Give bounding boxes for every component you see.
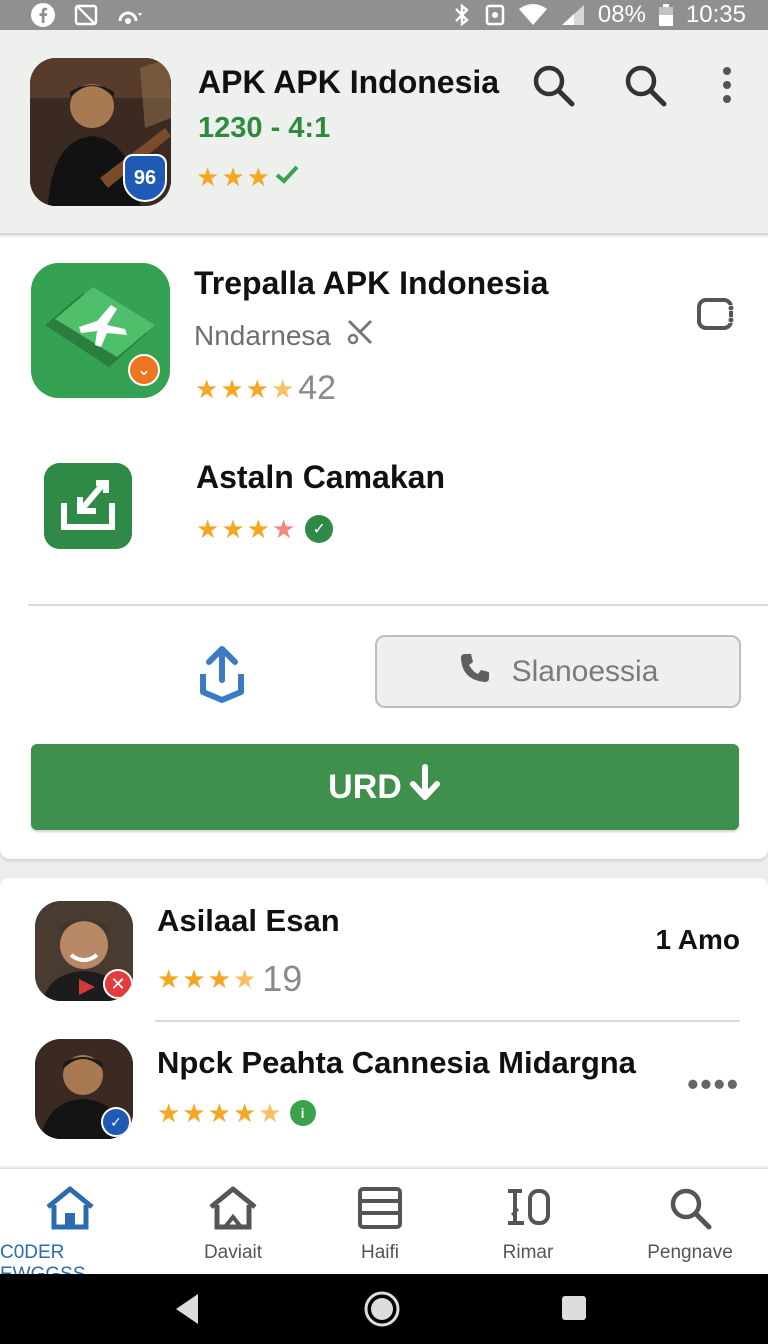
- close-badge-icon: ✕: [103, 969, 133, 999]
- battery-percent: 08%: [597, 1, 646, 28]
- nav-item-daviait[interactable]: Daviait: [173, 1169, 293, 1275]
- tools-icon: [345, 317, 375, 354]
- star-icon: ★: [245, 373, 269, 404]
- star-icon: ★: [195, 373, 219, 404]
- star-icon: ★: [232, 1098, 257, 1128]
- rating-count: 42: [298, 369, 337, 407]
- divider: [155, 1020, 740, 1022]
- star-icon: ★: [271, 514, 296, 544]
- page-title: APK APK Indonesia: [198, 64, 500, 100]
- star-icon: ★: [196, 161, 220, 192]
- star-icon: ★: [182, 1098, 206, 1128]
- bottom-navigation: C0DER EWGGSS Daviait Haifi Rimar Pengnav…: [0, 1168, 768, 1285]
- divider: [28, 604, 768, 606]
- status-left-icons: [30, 0, 146, 30]
- reviewer-name: Asilaal Esan: [157, 903, 340, 938]
- developer-name[interactable]: Nndarnesa: [194, 320, 331, 352]
- related-app-rating: ★ ★ ★ ★ ✓: [196, 514, 334, 544]
- review-time: 1 Amo: [655, 924, 740, 955]
- search-icon[interactable]: [528, 60, 578, 110]
- avatar[interactable]: ✓: [35, 1039, 133, 1139]
- star-icon: ★: [157, 1098, 181, 1128]
- star-icon: ★: [196, 514, 220, 544]
- download-arrow-icon: [408, 763, 442, 811]
- star-icon: ★: [207, 1098, 231, 1128]
- reviewer-name: Npck Peahta Cannesia Midargna: [157, 1045, 636, 1080]
- avatar[interactable]: ✕: [35, 901, 133, 1001]
- app-icon-astaln[interactable]: [44, 463, 132, 549]
- reviews-card: ✕ Asilaal Esan 1 Amo ★ ★ ★ ★ 19 ✓ Npck P…: [0, 878, 768, 1166]
- star-half-icon: ★: [258, 1098, 282, 1128]
- nav-label: Rimar: [502, 1242, 554, 1263]
- more-horiz-icon[interactable]: ••••: [687, 1066, 740, 1103]
- related-app-name: Astaln Camakan: [196, 459, 445, 495]
- review-count: 19: [262, 958, 303, 999]
- wifi-icon: [518, 3, 548, 27]
- search-icon[interactable]: [620, 60, 670, 110]
- nav-label: Haifi: [360, 1242, 399, 1263]
- facebook-icon: [30, 2, 56, 28]
- star-icon: ★: [221, 161, 245, 192]
- chevron-down-icon: ⌄: [128, 354, 160, 386]
- nav-item-home[interactable]: C0DER EWGGSS: [0, 1169, 140, 1285]
- star-icon: ★: [221, 514, 245, 544]
- house-outline-icon: [207, 1185, 259, 1236]
- shield-badge-icon: 96: [123, 154, 167, 202]
- verified-icon: i: [289, 1100, 316, 1126]
- star-icon: ★: [220, 373, 244, 404]
- bluetooth-off-icon: [452, 3, 472, 27]
- star-half-icon: ★: [232, 964, 257, 994]
- verified-icon: ✓: [305, 515, 334, 543]
- cast-screen-icon[interactable]: [696, 294, 736, 334]
- install-label: URD: [328, 767, 402, 806]
- publisher-avatar[interactable]: 96: [30, 58, 171, 206]
- nav-item-haifi[interactable]: Haifi: [320, 1169, 440, 1275]
- home-icon: [44, 1185, 96, 1236]
- call-label: Slanoessia: [511, 654, 659, 688]
- star-icon: ★: [157, 964, 181, 994]
- image-off-icon: [74, 3, 98, 27]
- recents-icon[interactable]: [560, 1294, 588, 1327]
- system-navigation-bar: [0, 1274, 768, 1344]
- star-icon: ★: [207, 964, 231, 994]
- star-half-icon: ★: [270, 373, 295, 404]
- signal-icon: [560, 3, 586, 27]
- status-bar: 08% 10:35: [0, 0, 768, 30]
- share-button[interactable]: [190, 639, 254, 709]
- app-developer: Nndarnesa: [194, 317, 375, 354]
- leaderboard-icon: [504, 1185, 552, 1236]
- cast-icon: [116, 3, 146, 27]
- header-subtitle: 1230 - 4:1: [198, 112, 331, 144]
- check-icon: [274, 163, 300, 190]
- review-rating: ★ ★ ★ ★ ★ i: [157, 1100, 316, 1126]
- back-icon[interactable]: [172, 1292, 202, 1331]
- shield-badge-icon: ✓: [101, 1107, 131, 1137]
- header-rating: ★ ★ ★: [196, 163, 300, 190]
- vibrate-icon: [484, 3, 506, 27]
- app-rating: ★ ★ ★ ★ 42: [195, 369, 336, 408]
- nav-label: Daviait: [203, 1242, 263, 1263]
- star-icon: ★: [246, 161, 270, 192]
- battery-icon: [658, 3, 674, 27]
- search-icon: [667, 1185, 713, 1236]
- star-icon: ★: [246, 514, 270, 544]
- star-icon: ★: [182, 964, 206, 994]
- phone-icon: [458, 651, 492, 693]
- install-button[interactable]: URD: [31, 744, 739, 830]
- nav-item-pengnave[interactable]: Pengnave: [628, 1169, 752, 1275]
- app-header-card: 96 APK APK Indonesia 1230 - 4:1 ★ ★ ★: [0, 30, 768, 235]
- app-icon-trepalla[interactable]: ⌄: [31, 263, 170, 398]
- home-circle-icon[interactable]: [363, 1290, 401, 1333]
- call-button[interactable]: Slanoessia: [375, 635, 741, 708]
- nav-label: Pengnave: [647, 1242, 733, 1263]
- more-vert-icon[interactable]: [702, 60, 752, 110]
- review-rating: ★ ★ ★ ★ 19: [157, 958, 302, 1000]
- status-right-icons: 08% 10:35: [452, 0, 746, 30]
- clock: 10:35: [685, 1, 746, 28]
- nav-item-rimar[interactable]: Rimar: [468, 1169, 588, 1275]
- app-name: Trepalla APK Indonesia: [194, 265, 549, 301]
- app-details-card: ⌄ Trepalla APK Indonesia Nndarnesa ★ ★ ★…: [0, 237, 768, 859]
- list-icon: [356, 1185, 404, 1236]
